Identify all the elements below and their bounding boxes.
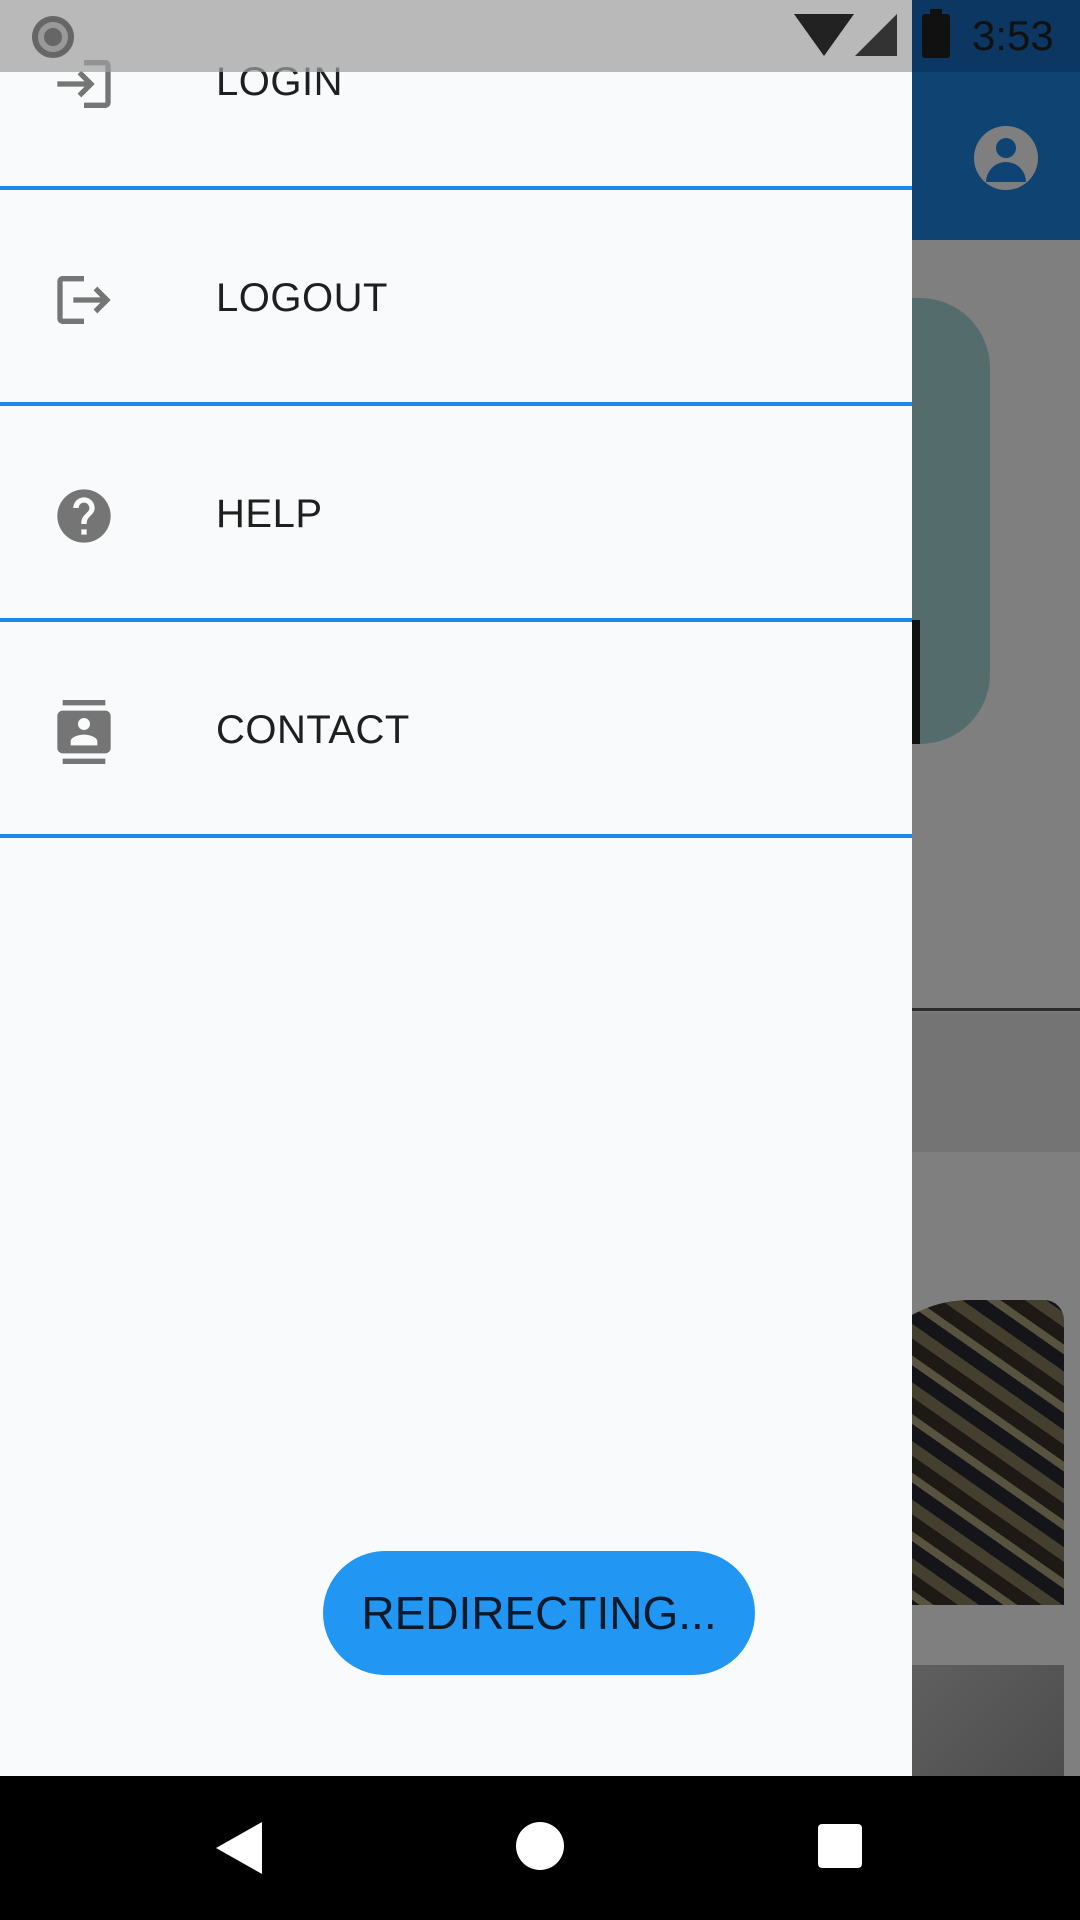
status-bar: 3:53 <box>0 0 1080 72</box>
help-icon <box>52 484 116 548</box>
back-icon[interactable] <box>216 1822 262 1874</box>
drawer-item-logout[interactable]: LOGOUT <box>0 190 912 406</box>
home-icon[interactable] <box>516 1822 564 1870</box>
drawer-item-contact[interactable]: CONTACT <box>0 622 912 838</box>
signal-icon <box>855 14 897 56</box>
drawer-item-label: HELP <box>216 492 323 536</box>
contact-icon <box>52 700 116 764</box>
status-time: 3:53 <box>972 12 1054 59</box>
notification-icon <box>32 16 74 58</box>
recents-icon[interactable] <box>818 1824 862 1868</box>
redirecting-toast: REDIRECTING... <box>323 1551 755 1675</box>
drawer-menu: LOGIN LOGOUT HELP CONTACT <box>0 0 912 838</box>
navigation-drawer: LOGIN LOGOUT HELP CONTACT <box>0 0 912 1776</box>
logout-icon <box>52 268 116 332</box>
battery-icon <box>922 9 950 58</box>
wifi-icon <box>794 14 854 56</box>
system-nav-bar <box>0 1776 1080 1920</box>
drawer-item-label: CONTACT <box>216 708 410 752</box>
drawer-item-label: LOGOUT <box>216 276 388 320</box>
drawer-item-help[interactable]: HELP <box>0 406 912 622</box>
